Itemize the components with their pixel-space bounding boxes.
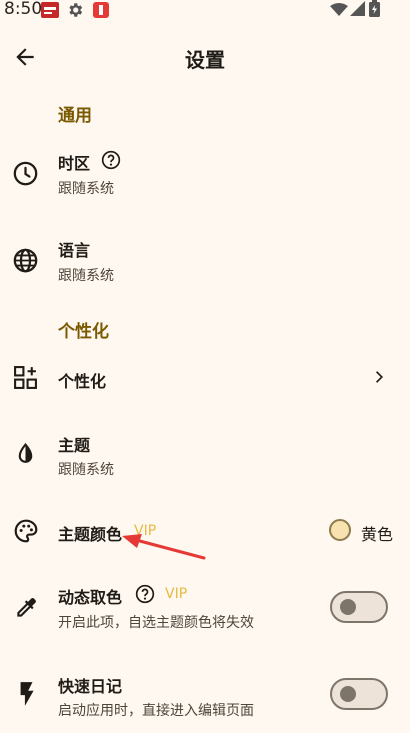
page-title: 设置: [185, 48, 225, 72]
dynamic-color-title: 动态取色: [58, 588, 123, 607]
language-title: 语言: [58, 241, 91, 260]
timezone-help-icon[interactable]: [101, 150, 121, 174]
section-header-general: 通用: [58, 106, 92, 126]
widgets-icon: [13, 365, 38, 394]
quick-diary-title: 快速日记: [58, 677, 123, 696]
settings-gear-icon: [66, 1, 84, 23]
contrast-icon: [13, 442, 38, 471]
annotation-arrow-icon: [118, 530, 208, 566]
theme-subtitle: 跟随系统: [58, 462, 114, 478]
toggle-knob: [340, 686, 356, 702]
globe-icon: [12, 247, 39, 278]
quick-diary-subtitle: 启动应用时，直接进入编辑页面: [58, 703, 254, 719]
theme-title: 主题: [58, 436, 91, 455]
section-header-personalization: 个性化: [58, 322, 109, 342]
personalize-title: 个性化: [58, 372, 107, 391]
language-subtitle: 跟随系统: [58, 268, 114, 284]
theme-color-value: 黄色: [361, 525, 394, 544]
palette-icon: [13, 518, 39, 548]
toggle-knob: [340, 599, 356, 615]
wifi-icon: [330, 2, 348, 21]
app-badge-icon: [92, 1, 110, 23]
dynamic-color-toggle[interactable]: [330, 591, 388, 623]
lightning-bolt-icon: [15, 681, 37, 711]
eyedropper-icon: [13, 595, 39, 625]
timezone-subtitle: 跟随系统: [58, 181, 114, 197]
dynamic-color-help-icon[interactable]: [135, 584, 155, 608]
theme-color-swatch[interactable]: [329, 519, 351, 541]
quick-diary-toggle[interactable]: [330, 678, 388, 710]
theme-color-title: 主题颜色: [58, 525, 123, 544]
cellular-signal-icon: [350, 1, 366, 20]
app-notification-icon: [40, 1, 60, 23]
clock-icon: [12, 160, 39, 191]
battery-icon: [369, 0, 380, 21]
dynamic-color-subtitle: 开启此项，自选主题颜色将失效: [58, 615, 254, 631]
status-time: 8:50: [4, 0, 43, 19]
timezone-title: 时区: [58, 154, 91, 173]
dynamic-color-vip-badge: VIP: [165, 586, 188, 602]
chevron-right-icon: [370, 367, 390, 391]
